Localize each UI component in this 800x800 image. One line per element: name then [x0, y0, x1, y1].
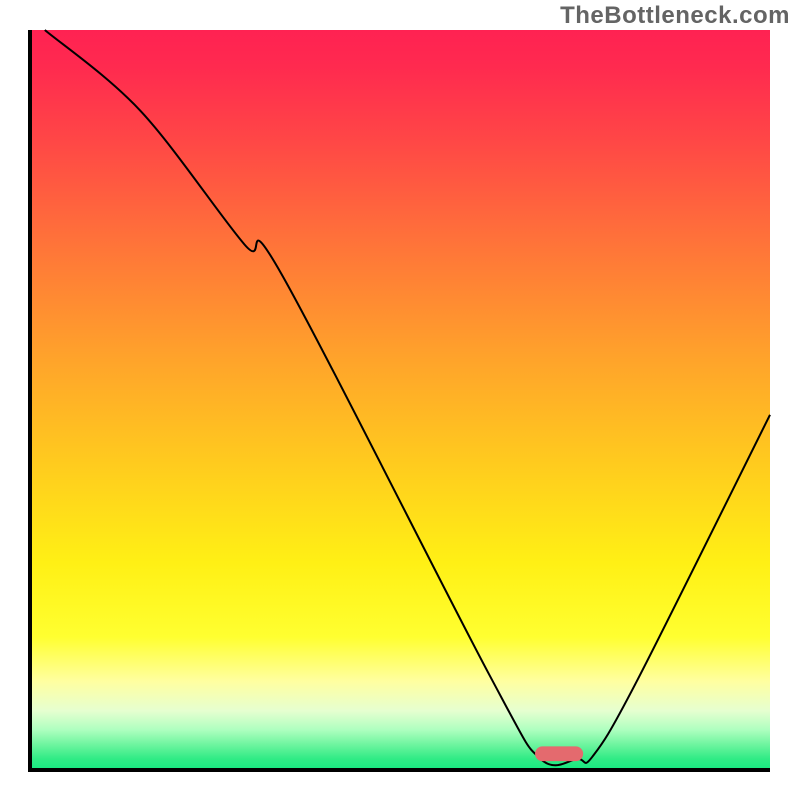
bottleneck-chart: TheBottleneck.com [0, 0, 800, 800]
chart-svg [0, 0, 800, 800]
optimal-marker [535, 746, 583, 761]
watermark-text: TheBottleneck.com [560, 2, 790, 30]
plot-background [30, 30, 770, 770]
